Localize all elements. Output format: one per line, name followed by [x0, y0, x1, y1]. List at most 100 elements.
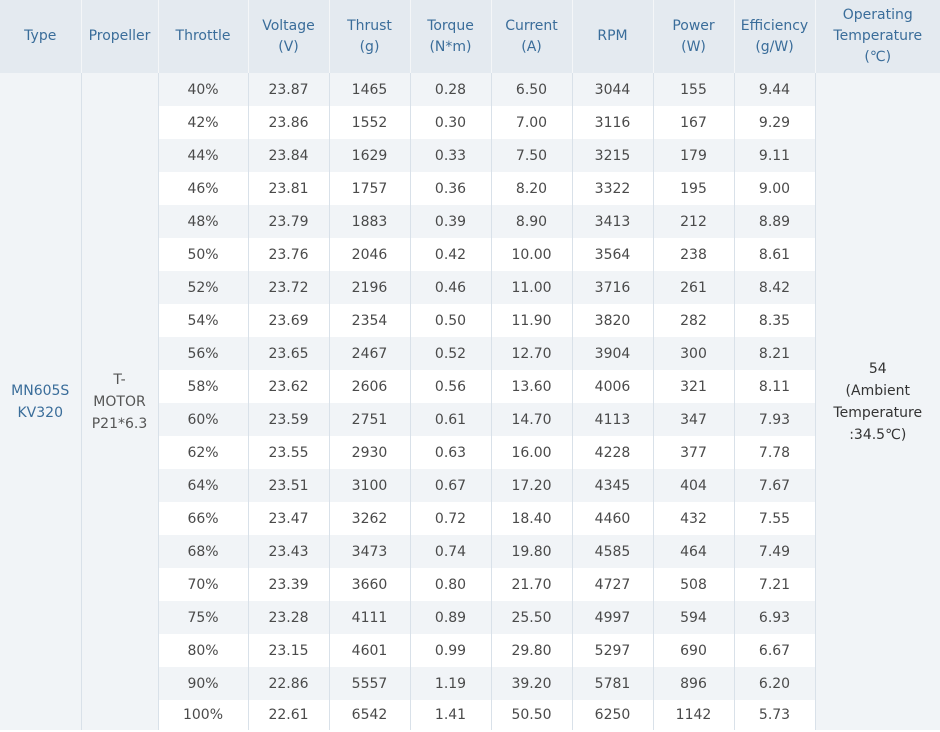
current-cell: 8.20 [491, 172, 573, 205]
efficiency-cell: 8.11 [734, 370, 816, 403]
efficiency-cell: 9.29 [734, 106, 816, 139]
voltage-cell: 23.69 [248, 304, 330, 337]
rpm-cell: 3322 [572, 172, 654, 205]
current-cell: 13.60 [491, 370, 573, 403]
thrust-cell: 3100 [329, 469, 411, 502]
text-line: Operating [842, 7, 913, 23]
torque-cell: 0.39 [410, 205, 492, 238]
efficiency-cell: 7.55 [734, 502, 816, 535]
text-line: Propeller [88, 28, 151, 44]
torque-cell: 0.67 [410, 469, 492, 502]
rpm-cell: 3044 [572, 73, 654, 106]
torque-cell: 0.33 [410, 139, 492, 172]
thrust-cell: 2930 [329, 436, 411, 469]
voltage-cell: 23.87 [248, 73, 330, 106]
efficiency-cell: 6.20 [734, 667, 816, 700]
efficiency-cell: 9.00 [734, 172, 816, 205]
current-cell: 14.70 [491, 403, 573, 436]
text-line: Efficiency [740, 17, 809, 34]
power-cell: 282 [653, 304, 735, 337]
header-torque: Torque (N*m) [410, 0, 492, 73]
text-line: Temperature [833, 404, 923, 421]
torque-cell: 0.61 [410, 403, 492, 436]
header-thrust: Thrust (g) [329, 0, 411, 73]
power-cell: 690 [653, 634, 735, 667]
throttle-cell: 80% [158, 634, 249, 667]
throttle-cell: 52% [158, 271, 249, 304]
efficiency-cell: 8.89 [734, 205, 816, 238]
torque-cell: 0.50 [410, 304, 492, 337]
efficiency-cell: 7.78 [734, 436, 816, 469]
rpm-cell: 3215 [572, 139, 654, 172]
table-body: MN605S KV320 T- MOTOR P21*6.3 40% 23.87 1465 0.2… [0, 73, 940, 730]
power-cell: 261 [653, 271, 735, 304]
efficiency-cell: 7.49 [734, 535, 816, 568]
current-cell: 11.00 [491, 271, 573, 304]
thrust-cell: 4111 [329, 601, 411, 634]
torque-cell: 1.19 [410, 667, 492, 700]
header-power: Power (W) [653, 0, 735, 73]
power-cell: 432 [653, 502, 735, 535]
header-throttle: Throttle [158, 0, 249, 73]
efficiency-cell: 7.21 [734, 568, 816, 601]
rpm-cell: 4585 [572, 535, 654, 568]
efficiency-cell: 6.93 [734, 601, 816, 634]
torque-cell: 0.56 [410, 370, 492, 403]
voltage-cell: 23.79 [248, 205, 330, 238]
throttle-cell: 56% [158, 337, 249, 370]
current-cell: 21.70 [491, 568, 573, 601]
voltage-cell: 23.47 [248, 502, 330, 535]
thrust-cell: 4601 [329, 634, 411, 667]
thrust-cell: 2196 [329, 271, 411, 304]
text-line: Current [505, 17, 558, 34]
thrust-cell: 1883 [329, 205, 411, 238]
text-line: Torque [427, 17, 474, 34]
rpm-cell: 3716 [572, 271, 654, 304]
text-line: (℃) [864, 49, 892, 65]
power-cell: 321 [653, 370, 735, 403]
voltage-cell: 23.76 [248, 238, 330, 271]
current-cell: 7.50 [491, 139, 573, 172]
torque-cell: 0.89 [410, 601, 492, 634]
torque-cell: 0.28 [410, 73, 492, 106]
power-cell: 594 [653, 601, 735, 634]
voltage-cell: 23.72 [248, 271, 330, 304]
power-cell: 347 [653, 403, 735, 436]
text-line: Temperature [833, 28, 923, 44]
rpm-cell: 3413 [572, 205, 654, 238]
text-line: Type [24, 28, 57, 44]
rpm-cell: 3116 [572, 106, 654, 139]
voltage-cell: 22.61 [248, 700, 330, 730]
text-line: (g/W) [755, 38, 794, 55]
table-row: MN605S KV320 T- MOTOR P21*6.3 40% 23.87 1465 0.2… [0, 73, 940, 730]
power-cell: 377 [653, 436, 735, 469]
throttle-cell: 90% [158, 667, 249, 700]
current-cell: 10.00 [491, 238, 573, 271]
power-cell: 1142 [653, 700, 735, 730]
power-cell: 155 [653, 73, 735, 106]
propeller-cell: T- MOTOR P21*6.3 [81, 73, 159, 730]
thrust-cell: 2046 [329, 238, 411, 271]
text-line: RPM [597, 28, 628, 44]
text-line: KV320 [17, 404, 63, 421]
text-line: P21*6.3 [91, 415, 148, 432]
text-line: MN605S [11, 382, 70, 399]
power-cell: 179 [653, 139, 735, 172]
voltage-cell: 23.62 [248, 370, 330, 403]
throttle-cell: 48% [158, 205, 249, 238]
torque-cell: 0.99 [410, 634, 492, 667]
current-cell: 29.80 [491, 634, 573, 667]
text-line: Power [672, 17, 715, 34]
header-rpm: RPM [572, 0, 654, 73]
rpm-cell: 4113 [572, 403, 654, 436]
efficiency-cell: 9.44 [734, 73, 816, 106]
efficiency-cell: 8.61 [734, 238, 816, 271]
voltage-cell: 23.15 [248, 634, 330, 667]
current-cell: 18.40 [491, 502, 573, 535]
rpm-cell: 4345 [572, 469, 654, 502]
power-cell: 300 [653, 337, 735, 370]
throttle-cell: 66% [158, 502, 249, 535]
power-cell: 167 [653, 106, 735, 139]
thrust-cell: 1552 [329, 106, 411, 139]
text-line: T- [113, 371, 126, 388]
